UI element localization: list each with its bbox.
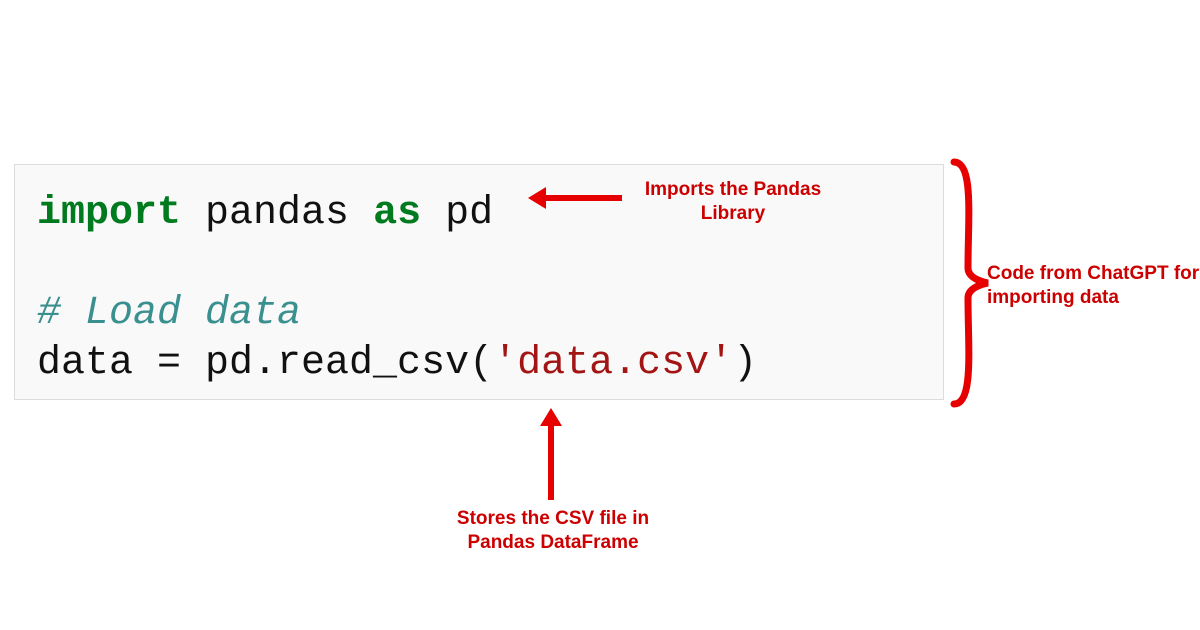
code-line-4: data = pd.read_csv('data.csv') [37, 339, 921, 389]
code-lhs: data = pd.read_csv( [37, 341, 493, 386]
identifier-pandas: pandas [181, 191, 373, 236]
code-string: 'data.csv' [493, 341, 733, 386]
code-comment: # Load data [37, 289, 921, 339]
annotation-source: Code from ChatGPT for importing data [987, 262, 1200, 310]
code-rhs: ) [733, 341, 757, 386]
brace-icon [948, 158, 992, 408]
code-line-blank [37, 239, 921, 289]
keyword-import: import [37, 191, 181, 236]
annotation-imports: Imports the Pandas Library [628, 178, 838, 226]
keyword-as: as [373, 191, 421, 236]
arrow-left-icon [542, 195, 622, 201]
annotation-stores: Stores the CSV file in Pandas DataFrame [443, 507, 663, 555]
arrow-up-icon [548, 422, 554, 500]
identifier-pd: pd [421, 191, 493, 236]
